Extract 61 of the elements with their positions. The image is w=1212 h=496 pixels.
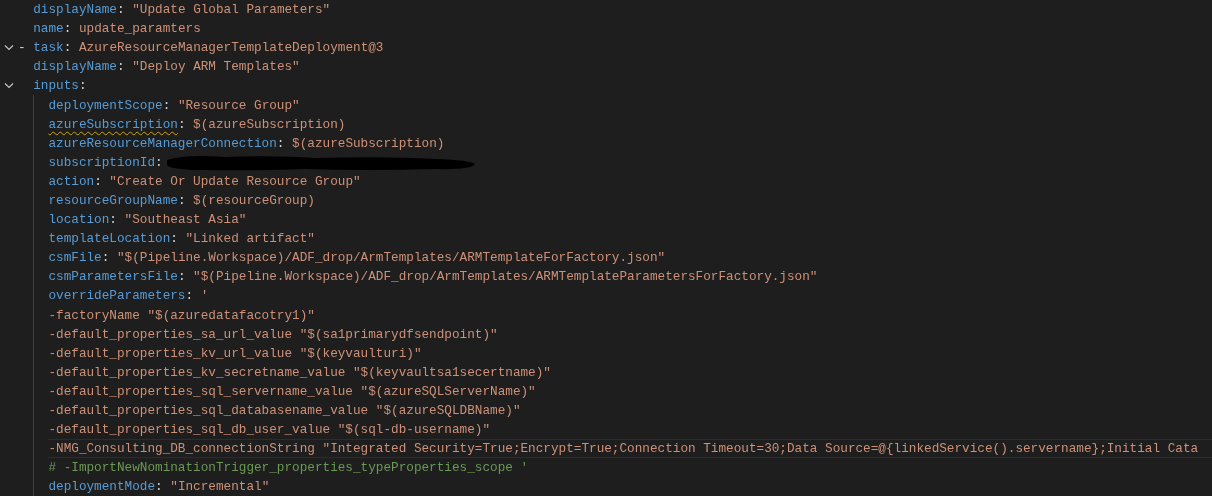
chevron-down-icon[interactable] <box>4 82 14 90</box>
yaml-value: -default_properties_sql_servername_value "$(azureSQLServerName)" <box>48 383 536 399</box>
colon: : <box>117 59 125 75</box>
yaml-value: "Resource Group" <box>177 97 300 113</box>
colon: : <box>162 97 171 113</box>
colon: : <box>78 78 87 94</box>
yaml-key: csmParametersFile <box>48 269 178 285</box>
yaml-key: name <box>33 21 64 37</box>
yaml-value: -default_properties_kv_secretname_value "$(keyvaultsa1secertname)" <box>48 364 551 380</box>
yaml-value: "Create Or Update Resource Group" <box>109 173 361 189</box>
code-comment: # -ImportNewNominationTrigger_properties_typeProperties_scope ' <box>48 460 529 476</box>
colon: : <box>185 288 194 304</box>
yaml-value: -default_properties_sa_url_value "$(sa1primarydfsendpoint)" <box>48 326 498 342</box>
yaml-value: -default_properties_kv_url_value "$(keyvaulturi)" <box>48 345 422 361</box>
yaml-value: "Update Global Parameters" <box>132 2 331 18</box>
yaml-value: AzureResourceManagerTemplateDeployment@3 <box>78 40 384 56</box>
yaml-key: subscriptionId <box>48 154 156 170</box>
list-dash: - <box>18 40 26 56</box>
colon: : <box>94 173 102 189</box>
yaml-key: deploymentMode <box>48 479 156 495</box>
colon: : <box>101 250 110 266</box>
yaml-key: location <box>48 212 110 228</box>
colon: : <box>117 2 125 18</box>
yaml-value: "Linked artifact" <box>185 231 315 247</box>
yaml-value: -NMG_Consulting_DB_connectionString "Integrated Security=True;Encrypt=True;Connection Timeout=30;Data Source=@{linkedService().servername};Initial Cata <box>48 441 1199 457</box>
colon: : <box>177 116 186 132</box>
colon: : <box>63 40 72 56</box>
yaml-value: -default_properties_sql_databasename_value "$(azureSQLDBName)" <box>48 403 521 418</box>
yaml-key: task <box>33 40 64 56</box>
yaml-key: azureResourceManagerConnection <box>48 135 277 151</box>
yaml-key: templateLocation <box>48 231 171 247</box>
yaml-value: update_paramters <box>78 21 201 37</box>
yaml-key: displayName <box>33 59 117 75</box>
yaml-key: resourceGroupName <box>48 193 178 208</box>
colon: : <box>177 193 186 208</box>
yaml-key: overrideParameters <box>48 288 186 304</box>
yaml-value: -default_properties_sql_db_user_value "$(sql-db-username)" <box>48 422 491 438</box>
colon: : <box>63 21 72 37</box>
yaml-value: "Southeast Asia" <box>124 212 247 228</box>
colon: : <box>177 269 186 285</box>
colon: : <box>276 135 285 151</box>
colon: : <box>155 154 163 170</box>
yaml-value: ' <box>200 288 209 304</box>
yaml-key: inputs <box>33 78 79 94</box>
yaml-key: csmFile <box>48 250 102 266</box>
yaml-value: -factoryName "$(azuredatafacotry1)" <box>48 307 315 323</box>
yaml-value: "Deploy ARM Templates" <box>132 59 300 75</box>
colon: : <box>109 212 117 228</box>
colon: : <box>170 231 178 247</box>
chevron-down-icon[interactable] <box>4 44 14 52</box>
yaml-key: displayName <box>33 2 117 18</box>
yaml-key: azureSubscription <box>48 116 178 132</box>
yaml-value: $(resourceGroup) <box>193 193 315 208</box>
yaml-key: deploymentScope <box>48 97 163 113</box>
yaml-value: $(azureSubscription) <box>193 116 346 132</box>
yaml-value: "$(Pipeline.Workspace)/ADF_drop/ArmTemplates/ARMTemplateForFactory.json" <box>116 250 666 266</box>
yaml-value: $(azureSubscription) <box>292 135 445 151</box>
colon: : <box>155 479 163 495</box>
yaml-key: action <box>48 173 95 189</box>
yaml-value: "Incremental" <box>170 479 270 495</box>
yaml-value: "$(Pipeline.Workspace)/ADF_drop/ArmTemplates/ARMTemplateParametersForFactory.json" <box>193 269 818 285</box>
